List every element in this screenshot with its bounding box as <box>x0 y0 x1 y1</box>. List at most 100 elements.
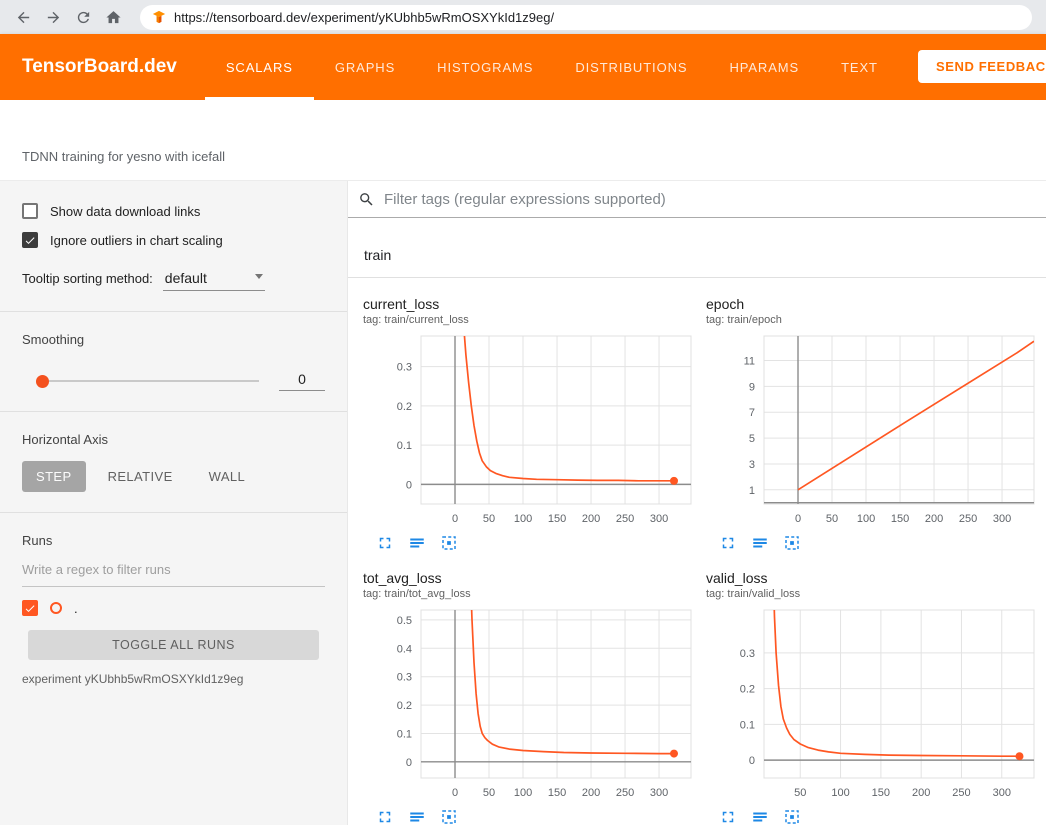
browser-toolbar: https://tensorboard.dev/experiment/yKUbh… <box>0 0 1046 34</box>
smoothing-slider[interactable] <box>36 374 259 388</box>
fit-data-icon[interactable] <box>783 808 801 825</box>
settings-sidebar: Show data download links Ignore outliers… <box>0 181 348 825</box>
ignore-outliers-checkbox[interactable] <box>22 232 38 248</box>
relative-button[interactable]: RELATIVE <box>94 461 187 492</box>
tab-text[interactable]: TEXT <box>820 34 899 100</box>
svg-text:200: 200 <box>912 787 930 799</box>
run-name: . <box>74 601 78 616</box>
svg-text:50: 50 <box>794 787 806 799</box>
tensorboard-favicon <box>152 10 166 24</box>
app-logo[interactable]: TensorBoard.dev <box>22 56 177 78</box>
svg-text:0.5: 0.5 <box>397 615 412 627</box>
tooltip-sorting-label: Tooltip sorting method: <box>22 271 153 291</box>
svg-text:0: 0 <box>452 787 458 799</box>
fullscreen-icon[interactable] <box>719 808 737 825</box>
run-checkbox[interactable] <box>22 600 38 616</box>
svg-text:0.2: 0.2 <box>397 700 412 712</box>
ignore-outliers-label: Ignore outliers in chart scaling <box>50 233 223 248</box>
chart-tag: tag: train/epoch <box>706 314 1041 326</box>
chart-plot-current-loss[interactable]: 05010015020025030000.10.20.3 <box>363 330 698 530</box>
svg-text:100: 100 <box>857 513 875 525</box>
search-icon <box>358 191 375 208</box>
address-bar[interactable]: https://tensorboard.dev/experiment/yKUbh… <box>140 5 1032 30</box>
forward-icon[interactable] <box>40 4 66 30</box>
svg-text:200: 200 <box>582 787 600 799</box>
svg-text:50: 50 <box>826 513 838 525</box>
app-header: TensorBoard.dev SCALARS GRAPHS HISTOGRAM… <box>0 34 1046 100</box>
chart-tag: tag: train/tot_avg_loss <box>363 588 698 600</box>
chart-title: valid_loss <box>706 570 1041 586</box>
chart-plot-tot-avg-loss[interactable]: 05010015020025030000.10.20.30.40.5 <box>363 604 698 804</box>
svg-text:0.3: 0.3 <box>397 672 412 684</box>
lines-icon[interactable] <box>408 808 426 825</box>
svg-text:100: 100 <box>831 787 849 799</box>
runs-label: Runs <box>22 533 325 548</box>
divider <box>0 311 347 312</box>
fullscreen-icon[interactable] <box>376 534 394 552</box>
toggle-all-runs-button[interactable]: TOGGLE ALL RUNS <box>28 630 319 660</box>
svg-text:0.3: 0.3 <box>397 362 412 374</box>
show-download-links-row[interactable]: Show data download links <box>22 203 325 219</box>
chart-card-current-loss: current_loss tag: train/current_loss 050… <box>363 296 698 552</box>
svg-text:150: 150 <box>548 513 566 525</box>
svg-text:0: 0 <box>795 513 801 525</box>
fullscreen-icon[interactable] <box>376 808 394 825</box>
svg-text:50: 50 <box>483 787 495 799</box>
smoothing-value[interactable]: 0 <box>279 371 325 391</box>
back-icon[interactable] <box>10 4 36 30</box>
reload-icon[interactable] <box>70 4 96 30</box>
svg-text:0.2: 0.2 <box>740 684 755 696</box>
tab-distributions[interactable]: DISTRIBUTIONS <box>554 34 708 100</box>
send-feedback-button[interactable]: SEND FEEDBACK <box>918 50 1046 83</box>
fit-data-icon[interactable] <box>440 534 458 552</box>
lines-icon[interactable] <box>751 808 769 825</box>
chart-toolbar <box>363 808 698 825</box>
experiment-description-bar: TDNN training for yesno with icefall <box>0 100 1046 181</box>
tag-filter-input[interactable] <box>384 191 1036 208</box>
train-section-header[interactable]: train <box>348 232 1046 278</box>
chart-card-epoch: epoch tag: train/epoch 05010015020025030… <box>706 296 1041 552</box>
tab-histograms[interactable]: HISTOGRAMS <box>416 34 554 100</box>
chart-toolbar <box>706 808 1041 825</box>
tab-hparams[interactable]: HPARAMS <box>708 34 820 100</box>
svg-text:250: 250 <box>616 513 634 525</box>
tensorboard-window: https://tensorboard.dev/experiment/yKUbh… <box>0 0 1046 825</box>
svg-text:0.3: 0.3 <box>740 648 755 660</box>
svg-text:1: 1 <box>749 485 755 497</box>
fit-data-icon[interactable] <box>440 808 458 825</box>
chart-title: current_loss <box>363 296 698 312</box>
svg-text:0.4: 0.4 <box>397 643 412 655</box>
url-text[interactable]: https://tensorboard.dev/experiment/yKUbh… <box>174 10 554 25</box>
chart-plot-valid-loss[interactable]: 5010015020025030000.10.20.3 <box>706 604 1041 804</box>
tab-scalars[interactable]: SCALARS <box>205 34 314 100</box>
svg-text:0.2: 0.2 <box>397 401 412 413</box>
wall-button[interactable]: WALL <box>195 461 260 492</box>
lines-icon[interactable] <box>751 534 769 552</box>
chart-toolbar <box>706 534 1041 552</box>
lines-icon[interactable] <box>408 534 426 552</box>
chart-card-valid-loss: valid_loss tag: train/valid_loss 5010015… <box>706 570 1041 825</box>
nav-tabs: SCALARS GRAPHS HISTOGRAMS DISTRIBUTIONS … <box>205 34 899 100</box>
tooltip-sorting-select[interactable]: default <box>163 270 265 291</box>
slider-track <box>36 380 259 382</box>
step-button[interactable]: STEP <box>22 461 86 492</box>
run-color-ring-icon <box>50 602 62 614</box>
chart-card-tot-avg-loss: tot_avg_loss tag: train/tot_avg_loss 050… <box>363 570 698 825</box>
fit-data-icon[interactable] <box>783 534 801 552</box>
svg-text:300: 300 <box>650 787 668 799</box>
experiment-id-label: experiment yKUbhb5wRmOSXYkId1z9eg <box>22 672 325 686</box>
run-row[interactable]: . <box>22 600 325 616</box>
content-area: Show data download links Ignore outliers… <box>0 181 1046 825</box>
horizontal-axis-label: Horizontal Axis <box>22 432 325 447</box>
home-icon[interactable] <box>100 4 126 30</box>
svg-text:0: 0 <box>406 479 412 491</box>
fullscreen-icon[interactable] <box>719 534 737 552</box>
show-download-links-checkbox[interactable] <box>22 203 38 219</box>
chart-plot-epoch[interactable]: 0501001502002503001357911 <box>706 330 1041 530</box>
slider-thumb[interactable] <box>36 375 49 388</box>
tab-graphs[interactable]: GRAPHS <box>314 34 416 100</box>
svg-text:0: 0 <box>406 757 412 769</box>
ignore-outliers-row[interactable]: Ignore outliers in chart scaling <box>22 232 325 248</box>
runs-filter-input[interactable] <box>22 558 325 587</box>
tooltip-sorting-value: default <box>165 270 207 286</box>
